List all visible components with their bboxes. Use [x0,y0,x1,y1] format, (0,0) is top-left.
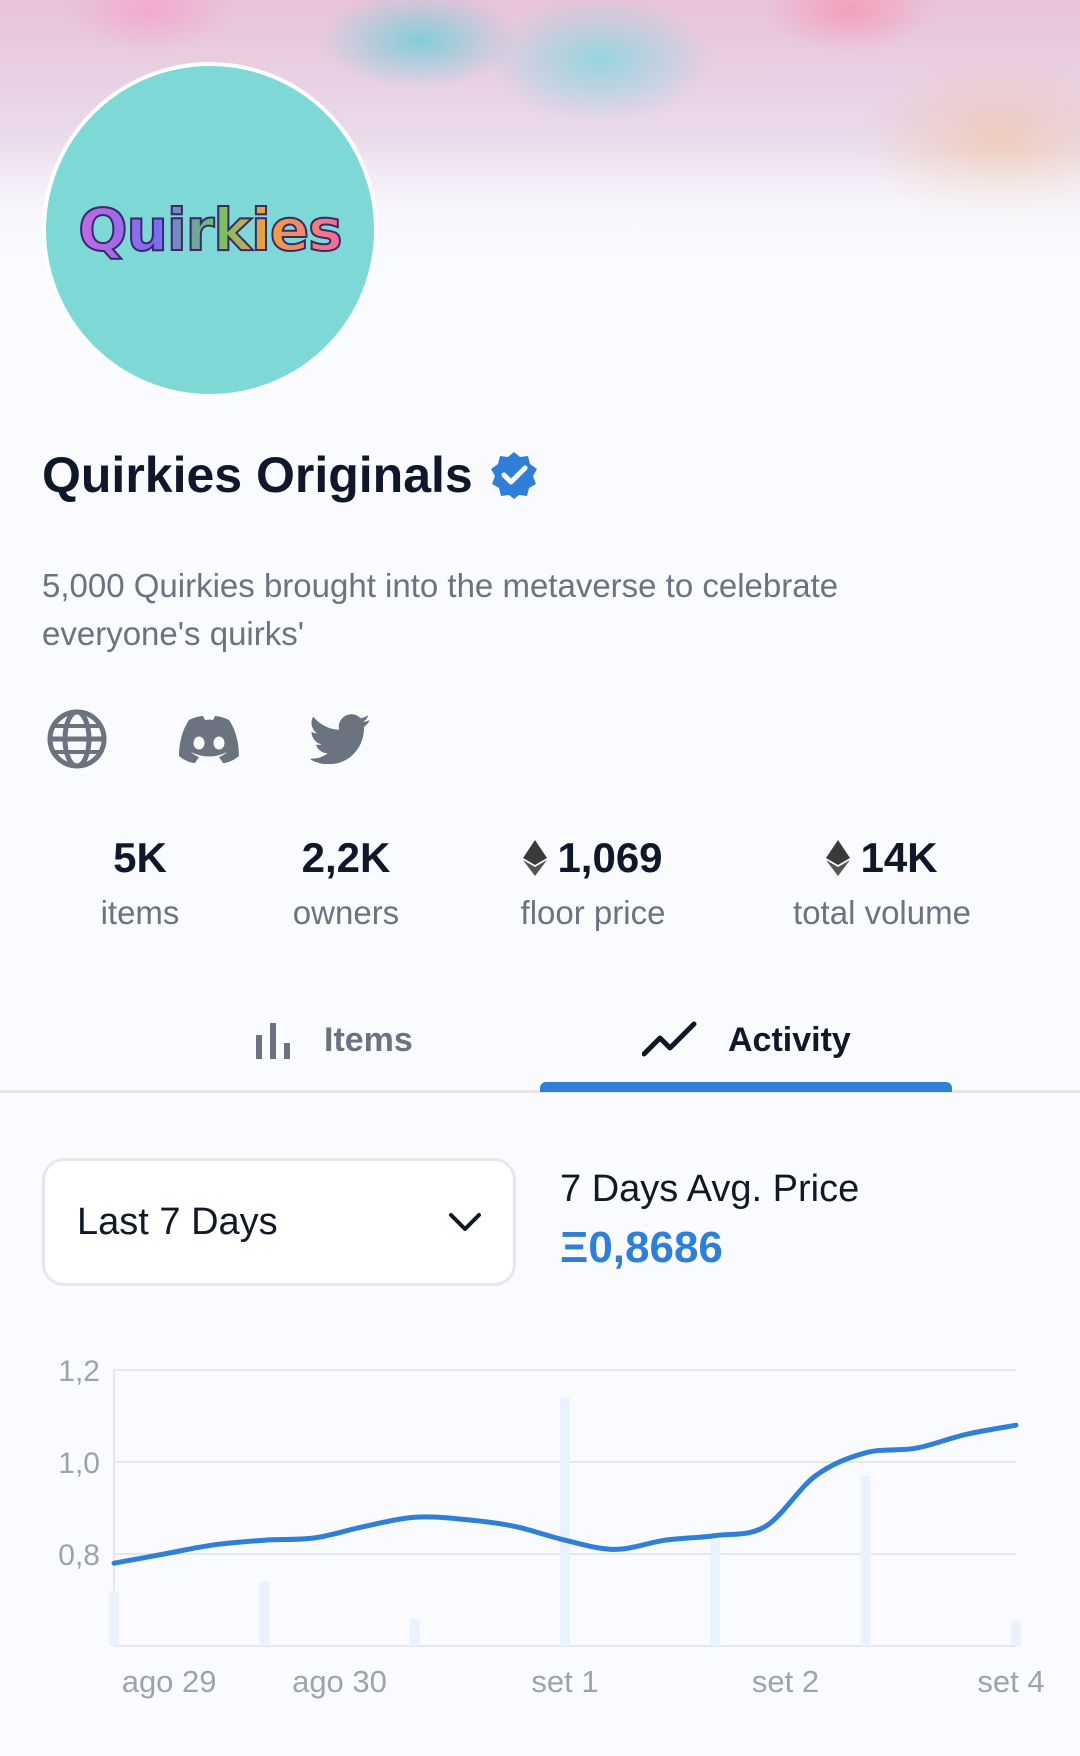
volume-bar [860,1475,871,1646]
tab-items-label: Items [324,1020,413,1059]
x-tick-label: ago 30 [292,1664,387,1699]
x-tick-label: set 4 [977,1664,1044,1699]
collection-title: Quirkies Originals [42,447,473,503]
globe-icon [47,709,107,769]
average-price-label: 7 Days Avg. Price [560,1168,860,1210]
ethereum-icon [523,840,548,876]
discord-icon [179,716,239,763]
stat-items-value: 5K [113,834,167,881]
collection-description: 5,000 Quirkies brought into the metavers… [42,567,839,652]
volume-bar [1011,1620,1021,1646]
y-tick-label: 1,0 [58,1447,100,1480]
collection-avatar: Quirkies [42,62,378,398]
y-tick-label: 0,8 [58,1539,100,1572]
twitter-icon [311,714,370,764]
stat-total-volume-value-row: 14K [762,834,1002,882]
time-range-select[interactable]: Last 7 Days [42,1158,516,1286]
volume-bar [409,1618,420,1646]
stat-owners: 2,2K owners [256,834,436,932]
verified-badge-icon [490,452,537,499]
stat-total-volume-label: total volume [793,894,971,931]
stat-items-label: items [100,894,180,931]
volume-bar [259,1581,270,1646]
x-tick-label: set 1 [531,1664,598,1699]
website-link[interactable] [44,706,110,772]
volume-bar [710,1540,721,1646]
stat-floor-price-value: 1,069 [557,834,663,881]
stat-total-volume-value: 14K [860,834,938,881]
volume-bar [560,1397,570,1646]
trend-line-icon [642,1021,697,1057]
stat-floor-price-label: floor price [520,894,666,931]
average-price: 7 Days Avg. Price Ξ0,8686 [560,1168,859,1273]
active-tab-indicator [540,1082,952,1092]
stat-items: 5K items [52,834,228,932]
tab-items[interactable]: Items [252,990,413,1090]
collection-tabs: Items Activity [0,990,1080,1093]
discord-link[interactable] [176,706,242,772]
tab-activity-label: Activity [728,1020,851,1059]
stat-owners-label: owners [292,894,400,931]
stat-owners-value: 2,2K [301,834,391,881]
x-tick-label: ago 29 [122,1664,217,1699]
tab-activity[interactable]: Activity [642,990,851,1090]
bar-chart-icon [256,1023,290,1059]
twitter-link[interactable] [308,706,374,772]
ethereum-icon [826,840,851,876]
volume-bar [109,1590,119,1646]
price-chart: 1,2 1,0 0,8 ago 29 ago 30 set 1 set 2 set 4 [58,1355,1044,1699]
time-range-value: Last 7 Days [77,1200,278,1243]
y-tick-label: 1,2 [58,1355,100,1388]
avatar-logo-text: Quirkies [77,195,343,265]
collection-title-row: Quirkies Originals [42,446,539,504]
average-price-value: Ξ0,8686 [560,1223,723,1272]
stat-total-volume: 14K total volume [762,834,1002,932]
social-links [44,706,440,772]
stat-floor-price-value-row: 1,069 [480,834,706,882]
chevron-down-icon [449,1213,481,1231]
x-tick-label: set 2 [752,1664,819,1699]
stat-floor-price: 1,069 floor price [480,834,706,932]
